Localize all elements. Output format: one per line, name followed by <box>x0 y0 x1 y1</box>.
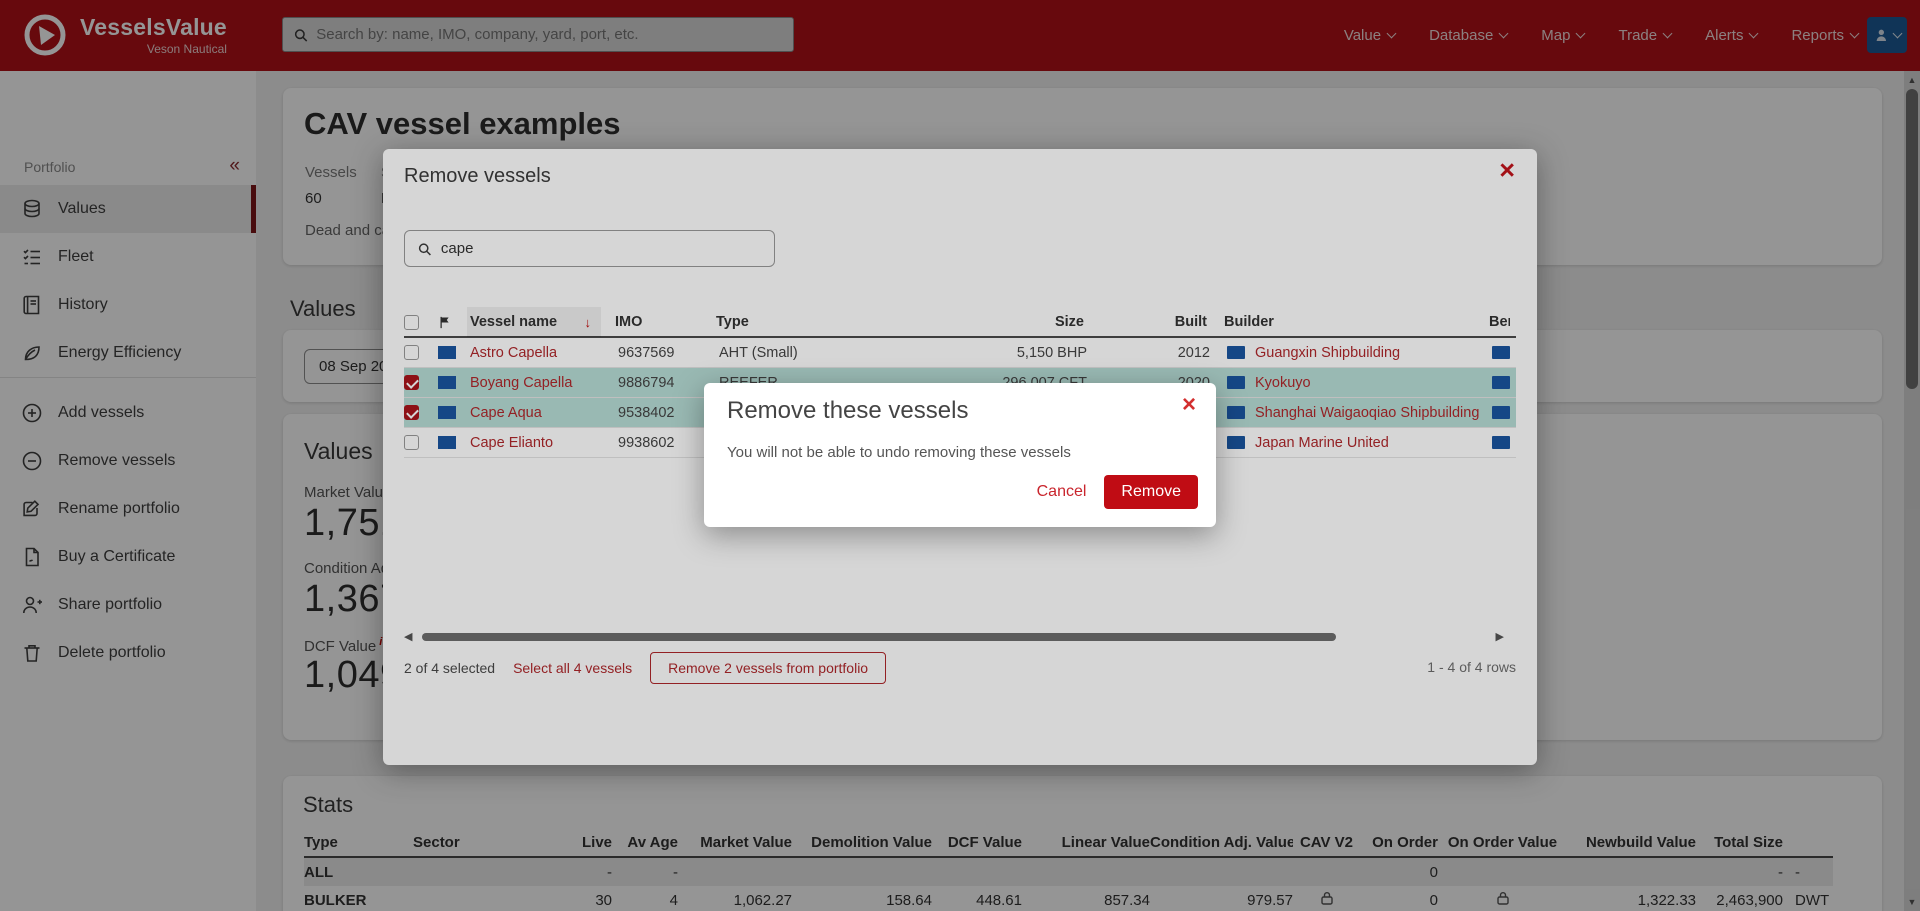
confirm-remove-button[interactable]: Remove <box>1104 475 1198 509</box>
dialog-title: Remove these vessels <box>727 397 968 425</box>
dialog-message: You will not be able to undo removing th… <box>727 444 1071 461</box>
confirm-remove-dialog: Remove these vessels × You will not be a… <box>704 383 1216 527</box>
dialog-close-icon[interactable]: × <box>1182 393 1196 417</box>
cancel-button[interactable]: Cancel <box>1037 483 1087 501</box>
app-root: VesselsValue Veson Nautical Value Databa… <box>0 0 1920 911</box>
